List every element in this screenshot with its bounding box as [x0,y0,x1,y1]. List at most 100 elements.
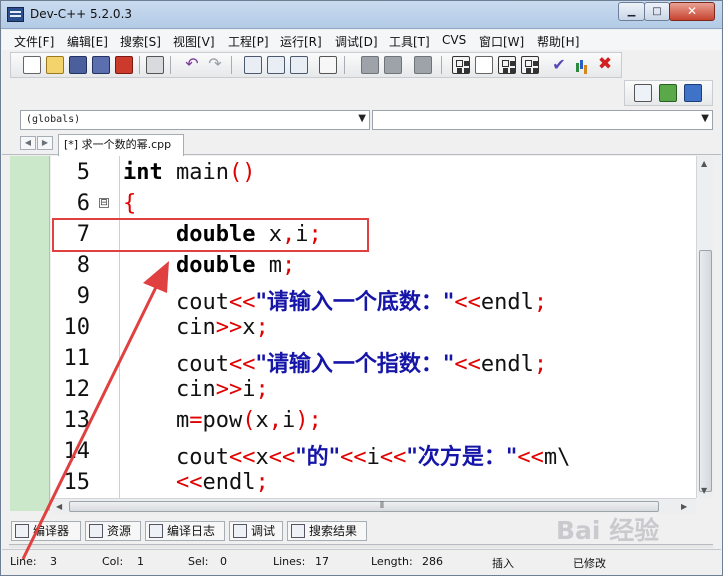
new-file-icon[interactable] [23,56,41,74]
code-line: cin>>i; [175,377,269,402]
stop-icon[interactable]: ✖ [596,56,614,74]
editor-tab-strip: ◀ ▶ [*] 求一个数的幂.cpp [2,132,721,156]
highlight-box [52,218,369,252]
project-new-icon[interactable] [634,84,652,102]
toolbar-separator [344,56,345,74]
code-line: m=pow(x,i); [175,408,322,433]
project-panel[interactable] [10,156,50,511]
minimize-button[interactable]: ▁ [618,2,645,21]
close-file-icon[interactable] [115,56,133,74]
replace-icon[interactable] [267,56,285,74]
chevron-down-icon: ▼ [701,113,709,124]
menu-file[interactable]: 文件[F] [14,33,54,50]
line-number: 11 [63,346,91,371]
code-line: cout<<"请输入一个底数："<<endl; [175,290,548,315]
compile-run-icon[interactable] [498,56,516,74]
toolbar-separator [139,56,140,74]
code-editor[interactable]: 5 6 7 8 9 10 11 12 13 14 15 ⊟ int main()… [51,156,696,498]
goto-line-icon[interactable] [319,56,337,74]
line-number: 9 [76,284,90,309]
menu-run[interactable]: 运行[R] [280,33,322,50]
undo-icon[interactable]: ↶ [183,56,201,74]
menu-window[interactable]: 窗口[W] [479,33,524,50]
line-number: 13 [63,408,91,433]
menu-edit[interactable]: 编辑[E] [67,33,108,50]
project-add-icon[interactable] [659,84,677,102]
line-number-gutter: 5 6 7 8 9 10 11 12 13 14 15 ⊟ [51,156,112,498]
profile-icon[interactable] [573,56,591,74]
compile-icon[interactable] [452,56,470,74]
rebuild-icon[interactable] [521,56,539,74]
status-lines-label: Lines: [273,555,306,568]
chevron-down-icon: ▼ [358,113,366,124]
scope-combo[interactable]: (globals) ▼ [20,110,370,130]
check-icon [233,524,247,538]
vertical-scrollbar[interactable]: ▲ ▼ [696,156,713,498]
status-length-value: 286 [422,555,443,568]
menu-debug[interactable]: 调试[D] [335,33,378,50]
find-icon[interactable] [244,56,262,74]
line-number: 14 [63,439,91,464]
tab-resources[interactable]: 资源 [85,521,141,541]
debug-icon[interactable]: ✔ [550,56,568,74]
menu-help[interactable]: 帮助[H] [537,33,579,50]
save-icon[interactable] [69,56,87,74]
menu-cvs[interactable]: CVS [442,33,466,47]
title-bar[interactable]: Dev-C++ 5.2.0.3 ▁ □ ✕ [1,1,722,29]
menu-search[interactable]: 搜索[S] [120,33,161,50]
scroll-right-icon[interactable]: ▶ [681,502,687,511]
find-next-icon[interactable] [290,56,308,74]
code-line: cin>>x; [175,315,269,340]
status-sel-label: Sel: [188,555,209,568]
toolbar-separator [170,56,171,74]
dev-cpp-window: Dev-C++ 5.2.0.3 ▁ □ ✕ 文件[F] 编辑[E] 搜索[S] … [0,0,723,576]
close-button[interactable]: ✕ [669,2,715,21]
chevron-right-icon[interactable]: ▶ [37,136,53,150]
fold-toggle-icon[interactable]: ⊟ [99,198,109,208]
scroll-up-icon[interactable]: ▲ [701,159,707,168]
menu-bar: 文件[F] 编辑[E] 搜索[S] 视图[V] 工程[P] 运行[R] 调试[D… [2,30,721,50]
menu-view[interactable]: 视图[V] [173,33,215,50]
menu-tools[interactable]: 工具[T] [389,33,430,50]
tab-debug[interactable]: 调试 [229,521,283,541]
menu-project[interactable]: 工程[P] [228,33,269,50]
symbol-combo[interactable]: ▼ [372,110,713,130]
run-icon[interactable] [475,56,493,74]
code-line: { [123,191,137,216]
tab-search-results[interactable]: 搜索结果 [287,521,367,541]
vertical-scroll-thumb[interactable] [699,250,712,492]
print-icon[interactable] [146,56,164,74]
watermark: Bai 经验 [556,516,660,545]
status-col-value: 1 [137,555,144,568]
scroll-down-icon[interactable]: ▼ [701,486,707,495]
toolbar-separator [441,56,442,74]
scroll-left-icon[interactable]: ◀ [56,502,62,511]
grip-icon: ⦀ [380,501,384,511]
status-insert-mode: 插入 [492,557,514,570]
app-icon [7,7,24,22]
indent-icon[interactable] [361,56,379,74]
resources-icon [89,524,103,538]
redo-icon[interactable]: ↷ [206,56,224,74]
status-sel-value: 0 [220,555,227,568]
chevron-left-icon[interactable]: ◀ [20,136,36,150]
code-line: cout<<x<<"的"<<i<<"次方是："<<m\ [175,445,571,470]
toggle-comment-icon[interactable] [414,56,432,74]
line-number: 5 [76,160,90,185]
status-bar: Line: 3 Col: 1 Sel: 0 Lines: 17 Length: … [2,549,721,575]
tab-file[interactable]: [*] 求一个数的幂.cpp [58,134,184,156]
toolbar-separator [231,56,232,74]
line-number: 8 [76,253,90,278]
status-col-label: Col: [102,555,124,568]
line-number: 15 [63,470,91,495]
project-options-icon[interactable] [684,84,702,102]
tab-compile-log[interactable]: 编译日志 [145,521,225,541]
code-line: <<endl; [175,470,269,495]
unindent-icon[interactable] [384,56,402,74]
save-all-icon[interactable] [92,56,110,74]
status-line-value: 3 [50,555,57,568]
maximize-button[interactable]: □ [644,2,670,21]
line-number: 10 [63,315,91,340]
tab-compiler[interactable]: 编译器 [11,521,81,541]
open-icon[interactable] [46,56,64,74]
